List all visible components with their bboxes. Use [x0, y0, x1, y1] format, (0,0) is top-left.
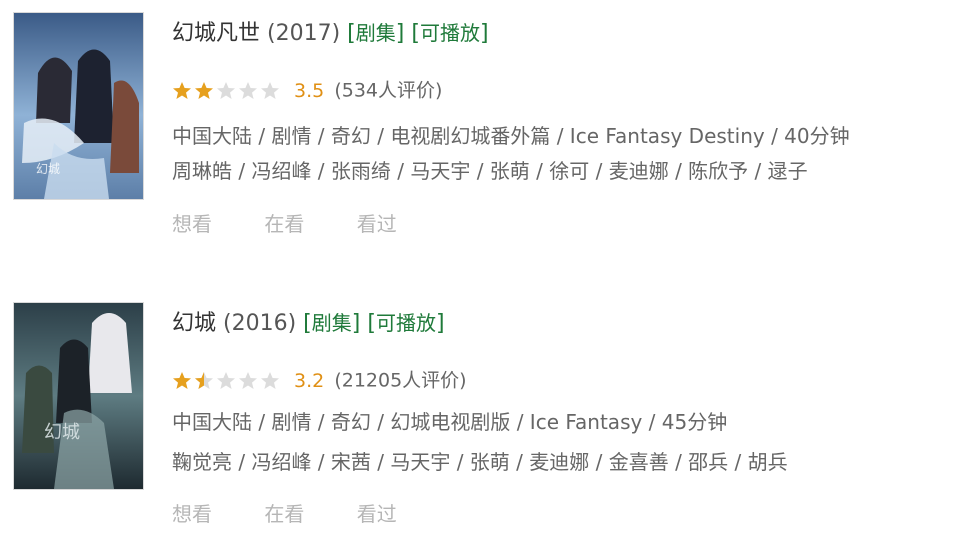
- tag-playable[interactable]: 可播放: [376, 311, 436, 335]
- star-icon: [239, 371, 257, 389]
- action-row: 想看 在看 看过: [172, 500, 443, 528]
- rating-votes[interactable]: (534人评价): [334, 80, 442, 102]
- watched-button[interactable]: 看过: [357, 212, 397, 236]
- want-to-watch-button[interactable]: 想看: [172, 502, 212, 526]
- svg-text:幻城: 幻城: [44, 422, 80, 443]
- title-link[interactable]: 幻城: [172, 311, 216, 336]
- poster-artwork: 幻城: [14, 303, 143, 489]
- tag-type[interactable]: 剧集: [356, 21, 396, 45]
- meta-info: 中国大陆 / 剧情 / 奇幻 / 幻城电视剧版 / Ice Fantasy / …: [172, 410, 728, 434]
- rating-stars: [173, 81, 279, 99]
- rating-score: 3.2: [294, 369, 325, 392]
- tag-playable[interactable]: 可播放: [420, 21, 480, 45]
- title-row: 幻城凡世 (2017) [剧集] [可播放]: [172, 21, 489, 46]
- star-icon: [217, 371, 235, 389]
- title-link[interactable]: 幻城凡世: [172, 21, 260, 46]
- star-icon: [195, 81, 213, 99]
- star-icon: [173, 81, 191, 99]
- poster-image[interactable]: 幻城: [13, 302, 144, 490]
- rating-votes[interactable]: (21205人评价): [334, 370, 466, 392]
- rating-score: 3.5: [294, 79, 325, 102]
- rating-row: 3.2 (21205人评价): [172, 367, 467, 394]
- release-year: (2017): [267, 21, 341, 46]
- action-row: 想看 在看 看过: [172, 210, 443, 238]
- cast-info: 鞠觉亮 / 冯绍峰 / 宋茜 / 马天宇 / 张萌 / 麦迪娜 / 金喜善 / …: [172, 450, 788, 474]
- result-item: 幻城 幻城 (2016) [剧集] [可播放] 3.2 (21205人评价) 中…: [0, 290, 978, 526]
- want-to-watch-button[interactable]: 想看: [172, 212, 212, 236]
- result-item: 幻城 幻城凡世 (2017) [剧集] [可播放] 3.5 (534人评价) 中…: [0, 0, 978, 236]
- star-icon: [173, 371, 191, 389]
- poster-artwork: 幻城: [14, 13, 143, 199]
- rating-stars: [173, 371, 279, 389]
- title-row: 幻城 (2016) [剧集] [可播放]: [172, 311, 445, 336]
- star-icon: [261, 371, 279, 389]
- svg-text:幻城: 幻城: [36, 162, 60, 176]
- watching-button[interactable]: 在看: [264, 502, 304, 526]
- star-icon: [239, 81, 257, 99]
- star-icon: [217, 81, 235, 99]
- rating-row: 3.5 (534人评价): [172, 77, 442, 104]
- tag-type[interactable]: 剧集: [312, 311, 352, 335]
- watching-button[interactable]: 在看: [264, 212, 304, 236]
- cast-info: 周琳皓 / 冯绍峰 / 张雨绮 / 马天宇 / 张萌 / 徐可 / 麦迪娜 / …: [172, 159, 808, 183]
- meta-info: 中国大陆 / 剧情 / 奇幻 / 电视剧幻城番外篇 / Ice Fantasy …: [172, 124, 850, 148]
- watched-button[interactable]: 看过: [357, 502, 397, 526]
- poster-image[interactable]: 幻城: [13, 12, 144, 200]
- star-half-icon: [195, 371, 213, 389]
- release-year: (2016): [223, 311, 297, 336]
- star-icon: [261, 81, 279, 99]
